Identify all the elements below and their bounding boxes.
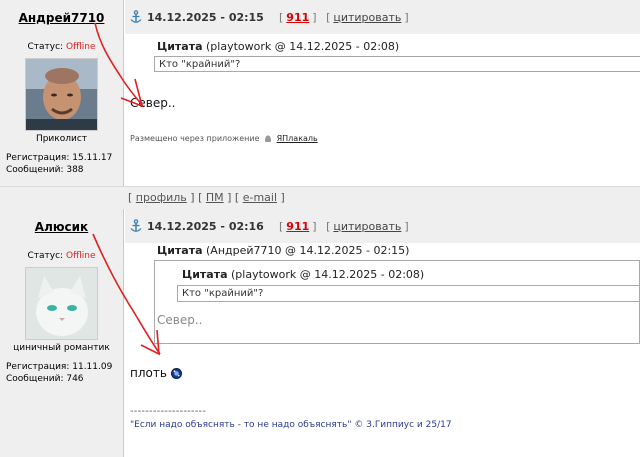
status-label: Статус: <box>27 251 64 261</box>
quote-title: Цитата <box>157 244 203 257</box>
post-controls: [911] [цитировать] <box>279 11 409 24</box>
app-link[interactable]: ЯПлакаль <box>277 134 318 143</box>
quote-box: Цитата (playtowork @ 14.12.2025 - 02:08)… <box>154 260 640 344</box>
nested-quote-box: Кто "крайний"? <box>177 285 640 302</box>
message-count: Сообщений: 746 <box>6 374 84 384</box>
status-label: Статус: <box>27 42 64 52</box>
quote-meta: (playtowork @ 14.12.2025 - 02:08) <box>206 40 400 53</box>
registration-date: Регистрация: 11.11.09 <box>6 362 113 372</box>
smiley-icon <box>170 368 182 379</box>
footer-links: [ профиль ] [ ПМ ] [ e-mail ] <box>128 191 285 204</box>
author-sidebar: Алюсик Статус: Offline циничный романтик… <box>0 209 124 457</box>
post-date: 14.12.2025 - 02:15 <box>147 11 264 24</box>
author-name-link[interactable]: Андрей7710 <box>0 11 123 25</box>
quote-button[interactable]: цитировать <box>333 11 401 24</box>
post-content: Цитата (playtowork @ 14.12.2025 - 02:08)… <box>125 34 640 186</box>
avatar <box>25 267 98 340</box>
android-icon <box>264 135 272 143</box>
author-status: Статус: Offline <box>0 42 123 52</box>
email-link[interactable]: e-mail <box>243 191 277 204</box>
post-content: Цитата (Андрей7710 @ 14.12.2025 - 02:15)… <box>125 243 640 457</box>
quote-text: Кто "крайний"? <box>159 59 241 70</box>
quote-header: Цитата (Андрей7710 @ 14.12.2025 - 02:15) <box>157 244 409 257</box>
message-count: Сообщений: 388 <box>6 165 84 175</box>
nested-quote-header: Цитата (playtowork @ 14.12.2025 - 02:08) <box>182 268 424 281</box>
pm-link[interactable]: ПМ <box>206 191 224 204</box>
quote-header: Цитата (playtowork @ 14.12.2025 - 02:08) <box>157 40 399 53</box>
quote-text: Север.. <box>157 313 203 327</box>
post-header: 14.12.2025 - 02:16 [911] [цитировать] <box>125 209 640 243</box>
post-andrey7710: Андрей7710 Статус: Offline Приколист Рег… <box>0 0 640 186</box>
post-number-link[interactable]: 911 <box>286 11 309 24</box>
author-name-link[interactable]: Алюсик <box>0 220 123 234</box>
nested-quote-meta: (playtowork @ 14.12.2025 - 02:08) <box>231 268 425 281</box>
app-note: Размещено через приложение ЯПлакаль <box>130 134 318 143</box>
registration-date: Регистрация: 15.11.17 <box>6 153 113 163</box>
signature-separator: -------------------- <box>130 406 207 417</box>
quote-meta: (Андрей7710 @ 14.12.2025 - 02:15) <box>206 244 410 257</box>
post-body-text: плоть <box>130 366 167 380</box>
quote-button[interactable]: цитировать <box>333 220 401 233</box>
nested-quote-text: Кто "крайний"? <box>182 288 264 299</box>
post-date: 14.12.2025 - 02:16 <box>147 220 264 233</box>
post-number-link[interactable]: 911 <box>286 220 309 233</box>
nested-quote-title: Цитата <box>182 268 228 281</box>
author-status: Статус: Offline <box>0 251 123 261</box>
signature: "Если надо объяснять - то не надо объясн… <box>130 420 452 430</box>
post-body: Север.. <box>130 96 176 110</box>
author-sidebar: Андрей7710 Статус: Offline Приколист Рег… <box>0 0 124 186</box>
anchor-icon[interactable] <box>130 10 142 24</box>
avatar <box>25 58 98 131</box>
status-offline: Offline <box>65 42 96 52</box>
post-footer: [ профиль ] [ ПМ ] [ e-mail ] <box>0 186 640 209</box>
post-controls: [911] [цитировать] <box>279 220 409 233</box>
user-title: Приколист <box>35 134 88 144</box>
post-alyusik: Алюсик Статус: Offline циничный романтик… <box>0 209 640 457</box>
quote-box: Кто "крайний"? <box>154 56 640 72</box>
profile-link[interactable]: профиль <box>136 191 187 204</box>
post-header: 14.12.2025 - 02:15 [911] [цитировать] <box>125 0 640 34</box>
anchor-icon[interactable] <box>130 219 142 233</box>
post-body: плоть <box>130 366 182 380</box>
user-title: циничный романтик <box>13 343 110 353</box>
quote-title: Цитата <box>157 40 203 53</box>
status-offline: Offline <box>65 251 96 261</box>
app-note-text: Размещено через приложение <box>130 134 260 143</box>
